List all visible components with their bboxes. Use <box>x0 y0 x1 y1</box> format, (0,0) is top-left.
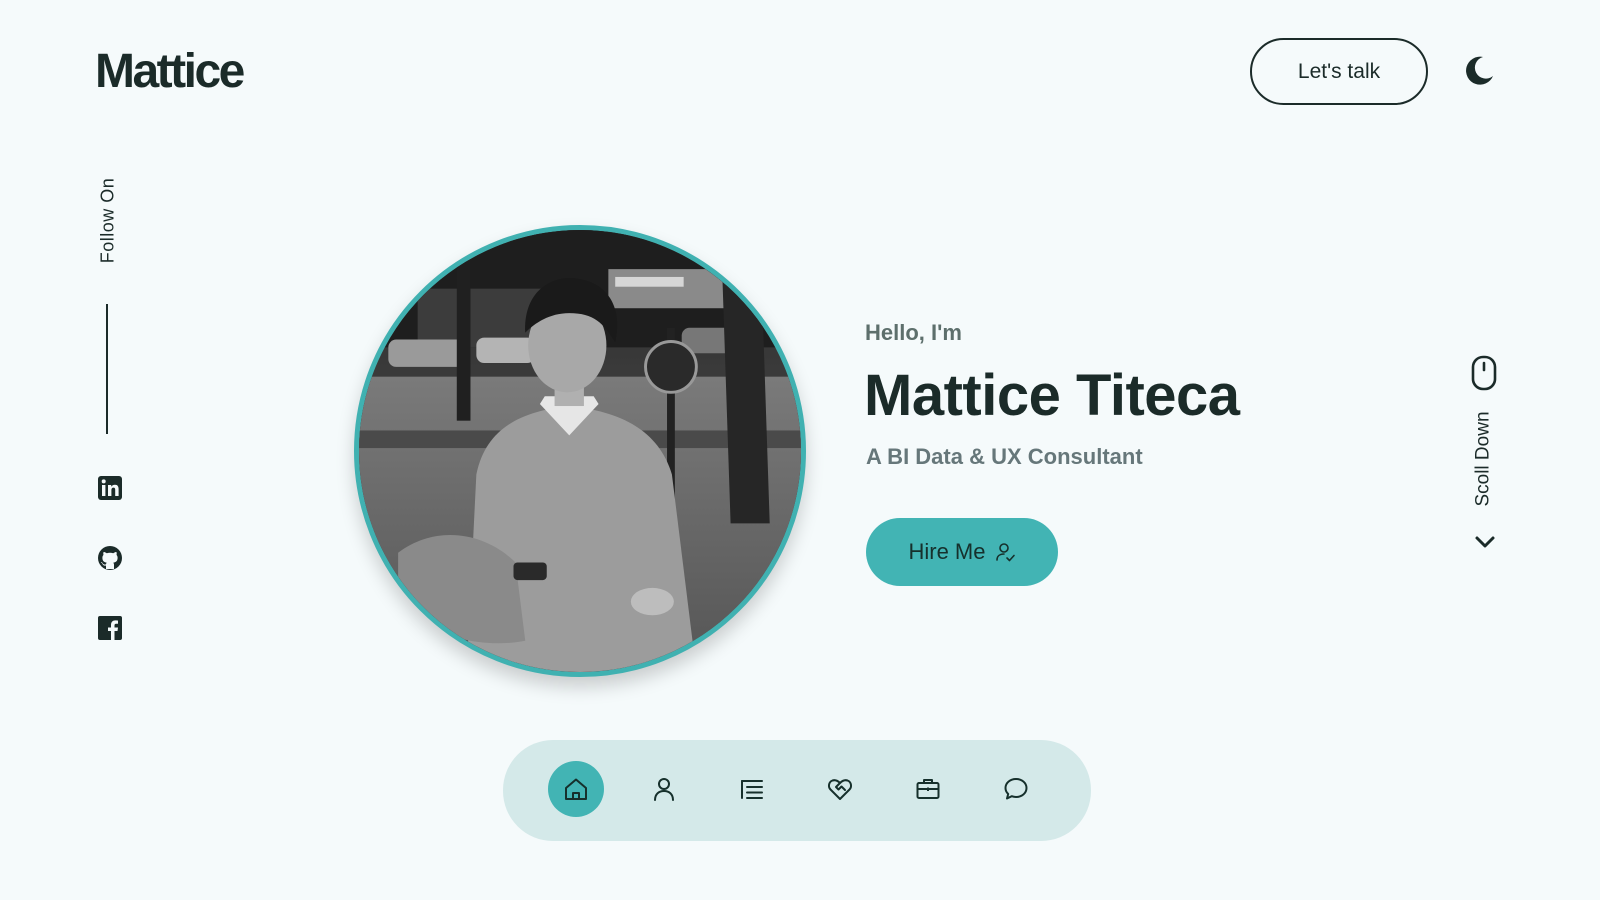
bottom-nav <box>503 740 1091 841</box>
moon-icon[interactable] <box>1462 54 1496 88</box>
nav-portfolio[interactable] <box>900 761 956 817</box>
follow-divider <box>106 304 108 434</box>
follow-on-text: Follow On <box>97 177 118 263</box>
github-icon[interactable] <box>97 545 123 571</box>
greeting-text: Hello, I'm <box>865 320 962 345</box>
profile-photo-image <box>359 230 801 672</box>
lets-talk-button[interactable]: Let's talk <box>1250 38 1428 105</box>
hire-me-label: Hire Me <box>908 539 986 564</box>
scroll-down-label: Scoll Down <box>1472 405 1496 513</box>
nav-about[interactable] <box>636 761 692 817</box>
user-icon <box>654 778 674 801</box>
nav-skills[interactable] <box>724 761 780 817</box>
message-icon <box>1004 778 1028 800</box>
mouse-icon[interactable] <box>1471 355 1497 391</box>
page: Mattice Let's talk Follow On Hello, I'm … <box>0 0 1600 900</box>
hire-me-button[interactable]: Hire Me <box>866 518 1058 586</box>
hero-role: A BI Data & UX Consultant <box>866 444 1143 469</box>
home-icon <box>565 778 587 800</box>
nav-services[interactable] <box>812 761 868 817</box>
facebook-icon[interactable] <box>97 615 123 641</box>
logo[interactable]: Mattice <box>95 44 245 99</box>
chevron-down-icon[interactable] <box>1472 532 1498 552</box>
scroll-down-text: Scoll Down <box>1473 411 1495 507</box>
briefcase-icon <box>916 779 940 799</box>
profile-photo <box>354 225 806 677</box>
list-icon <box>741 780 763 799</box>
heart-handshake-icon <box>827 779 853 800</box>
nav-contact[interactable] <box>988 761 1044 817</box>
hero-name: Mattice Titeca <box>864 363 1240 428</box>
user-check-icon <box>995 543 1015 562</box>
linkedin-icon[interactable] <box>97 475 123 501</box>
nav-home[interactable] <box>548 761 604 817</box>
follow-on-label: Follow On <box>96 170 120 270</box>
